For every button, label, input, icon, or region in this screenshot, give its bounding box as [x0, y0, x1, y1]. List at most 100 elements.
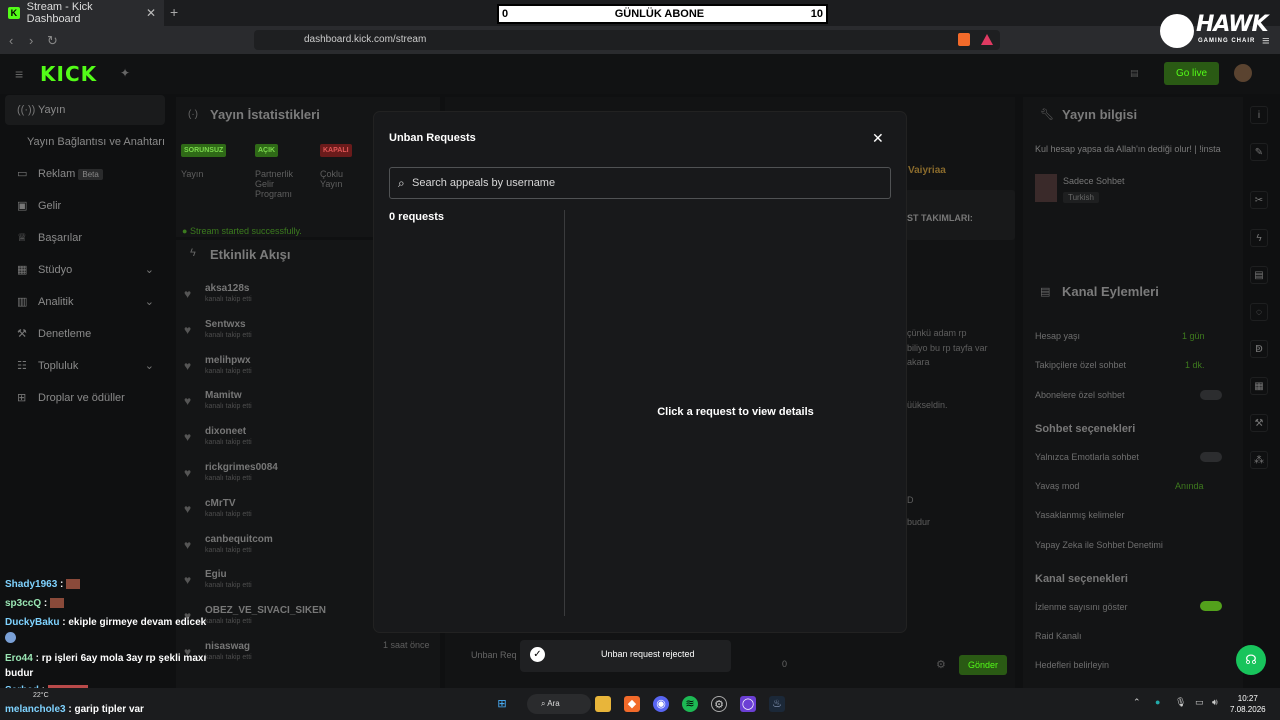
sidebar-item-denetleme[interactable]: ⚒ Denetleme — [0, 322, 172, 346]
follow-note: kanalı takip etti — [205, 475, 252, 482]
row-emote-only[interactable]: Yalnızca Emotlarla sohbet — [1035, 452, 1139, 462]
row-raid-channel[interactable]: Raid Kanalı — [1035, 631, 1082, 641]
volume-icon[interactable]: 🔊︎ — [1212, 697, 1218, 708]
sidebar-item-stream-key[interactable]: Yayın Bağlantısı ve Anahtarı — [0, 130, 172, 154]
gear-icon[interactable]: ⚙ — [936, 658, 946, 671]
heart-icon: ♥ — [184, 466, 192, 480]
url-input[interactable]: dashboard.kick.com/stream — [254, 30, 1000, 50]
channel-actions-icon: ▤ — [1040, 286, 1051, 298]
follower-name: rickgrimes0084 — [205, 462, 278, 473]
close-tab-icon[interactable]: ✕ — [146, 6, 156, 20]
browser-tab[interactable]: K Stream - Kick Dashboard ✕ — [0, 0, 164, 26]
wrench-icon[interactable]: ⚒ — [1250, 414, 1268, 432]
app-icon[interactable]: ⚙ — [711, 696, 727, 712]
tray-app-icon[interactable]: ● — [1155, 697, 1160, 707]
list-icon[interactable]: ▦ — [1250, 377, 1268, 395]
row-slow-mode[interactable]: Yavaş mod — [1035, 481, 1079, 491]
show-viewers-toggle[interactable] — [1200, 601, 1222, 611]
row-subs-only[interactable]: Abonelere özel sohbet — [1035, 390, 1125, 400]
reload-icon[interactable]: ↻ — [47, 33, 58, 49]
subs-only-toggle[interactable] — [1200, 390, 1222, 400]
brave-icon[interactable]: ◆ — [624, 696, 640, 712]
go-live-button[interactable]: Go live — [1164, 62, 1219, 85]
taskbar-search[interactable]: ⌕ Ara — [527, 694, 591, 714]
activity-title: Etkinlik Akışı — [210, 247, 291, 262]
row-followers-only[interactable]: Takipçilere özel sohbet — [1035, 360, 1126, 370]
list-item: ♥ Mamitw kanalı takip etti — [184, 390, 374, 426]
discord-icon[interactable]: ◉ — [653, 696, 669, 712]
row-account-age[interactable]: Hesap yaşı — [1035, 331, 1080, 341]
windows-start-icon[interactable]: ⊞ — [494, 696, 510, 712]
kick-logo[interactable]: KICK — [40, 62, 97, 86]
row-ai-moderation[interactable]: Yapay Zeka ile Sohbet Denetimi — [1035, 540, 1163, 550]
emote-only-toggle[interactable] — [1200, 452, 1222, 462]
avatar[interactable] — [1234, 64, 1252, 82]
obs-icon[interactable]: ◯ — [740, 696, 756, 712]
hamburger-icon[interactable]: ≡ — [15, 66, 23, 82]
list-item: ♥ OBEZ_VE_SIVACI_SIKEN kanalı takip etti — [184, 605, 374, 641]
sidebar-item-yayin[interactable]: ((·)) Yayın — [0, 98, 172, 122]
chevron-down-icon: ⌄ — [144, 264, 154, 276]
search-input[interactable]: ⌕ Search appeals by username — [389, 167, 891, 199]
goal-target: 10 — [810, 8, 823, 20]
back-icon[interactable]: ‹ — [9, 33, 13, 48]
chat-icon[interactable]: ◌ — [1250, 303, 1268, 321]
tray-expand-icon[interactable]: ⌃ — [1133, 697, 1141, 708]
sidebar-item-basarilar[interactable]: ♕ Başarılar — [0, 226, 172, 250]
close-icon[interactable]: ✕ — [872, 130, 884, 147]
emote-icon — [66, 579, 81, 590]
follow-note: kanalı takip etti — [205, 618, 252, 626]
stat-label-partner: Partnerlik Gelir Programı — [255, 169, 294, 199]
sidebar-item-analitik[interactable]: ▥ Analitik ⌄ — [0, 290, 172, 314]
follow-note: kanalı takip etti — [205, 510, 252, 518]
file-explorer-icon[interactable] — [595, 696, 611, 712]
modal-title: Unban Requests — [389, 132, 476, 144]
list-item: ♥ aksa128s kanalı takip etti — [184, 283, 374, 319]
new-tab-icon[interactable]: + — [170, 4, 178, 20]
sidebar-item-topluluk[interactable]: ☷ Topluluk ⌄ — [0, 354, 172, 378]
bolt-icon[interactable]: ϟ — [1250, 229, 1268, 247]
chat-line: D — [907, 495, 914, 505]
support-chat-icon[interactable]: ☊ — [1236, 645, 1266, 675]
empty-detail-message: Click a request to view details — [657, 406, 814, 418]
sidebar-item-droplar[interactable]: ⊞ Droplar ve ödüller — [0, 386, 172, 410]
status-badge-smooth: SORUNSUZ — [181, 144, 227, 157]
taskbar-clock[interactable]: 10:27 7.08.2026 — [1230, 693, 1266, 715]
steam-icon[interactable]: ♨ — [769, 696, 785, 712]
mic-icon[interactable]: 🎙︎ — [1175, 697, 1186, 708]
sidebar-item-reklam[interactable]: ▭ Reklam Beta — [0, 162, 172, 186]
sidebar-item-studyo[interactable]: ▦ Stüdyo ⌄ — [0, 258, 172, 282]
chat-options-title: Sohbet seçenekleri — [1035, 423, 1136, 435]
follower-name: Egiu — [205, 569, 227, 581]
brave-rewards-icon[interactable] — [981, 34, 993, 45]
chat-line: çünkü adam rp — [907, 328, 967, 338]
heart-icon: ♥ — [184, 537, 192, 552]
weather-temp[interactable]: 22°C — [33, 692, 49, 699]
send-button[interactable]: Gönder — [959, 655, 1007, 675]
follower-name: canbequitcom — [205, 533, 273, 545]
row-show-viewers[interactable]: İzlenme sayısını göster — [1035, 602, 1128, 612]
spotify-icon[interactable]: ≋ — [682, 696, 698, 712]
broadcast-icon[interactable]: ↁ — [1250, 340, 1268, 358]
network-icon[interactable]: ▭ — [1195, 697, 1204, 708]
studio-mode-icon[interactable]: ▤ — [1130, 68, 1139, 79]
moderation-icon: ⚒ — [17, 328, 27, 340]
sidebar-item-gelir[interactable]: ▣ Gelir — [0, 194, 172, 218]
trophy-icon: ♕ — [17, 232, 27, 244]
info-icon[interactable]: i — [1250, 106, 1268, 124]
emote-icon — [50, 598, 65, 609]
edit-icon[interactable]: ✎ — [1250, 143, 1268, 161]
drops-icon[interactable]: ⁂ — [1250, 451, 1268, 469]
chat-line: akara — [907, 357, 930, 367]
community-icon: ☷ — [17, 360, 27, 372]
revenue-icon: ▣ — [17, 200, 28, 212]
row-set-goals[interactable]: Hedefleri belirleyin — [1035, 660, 1109, 670]
pin-icon[interactable]: ✦ — [120, 66, 130, 80]
tab-title: Stream - Kick Dashboard — [26, 1, 93, 25]
tools-icon[interactable]: ✂ — [1250, 191, 1268, 209]
brave-shield-icon[interactable] — [958, 33, 970, 46]
list-item: ♥ cMrTV kanalı takip etti — [184, 498, 374, 534]
doc-icon[interactable]: ▤ — [1250, 266, 1268, 284]
row-banned-words[interactable]: Yasaklanmış kelimeler — [1035, 510, 1124, 520]
forward-icon[interactable]: › — [29, 33, 33, 48]
